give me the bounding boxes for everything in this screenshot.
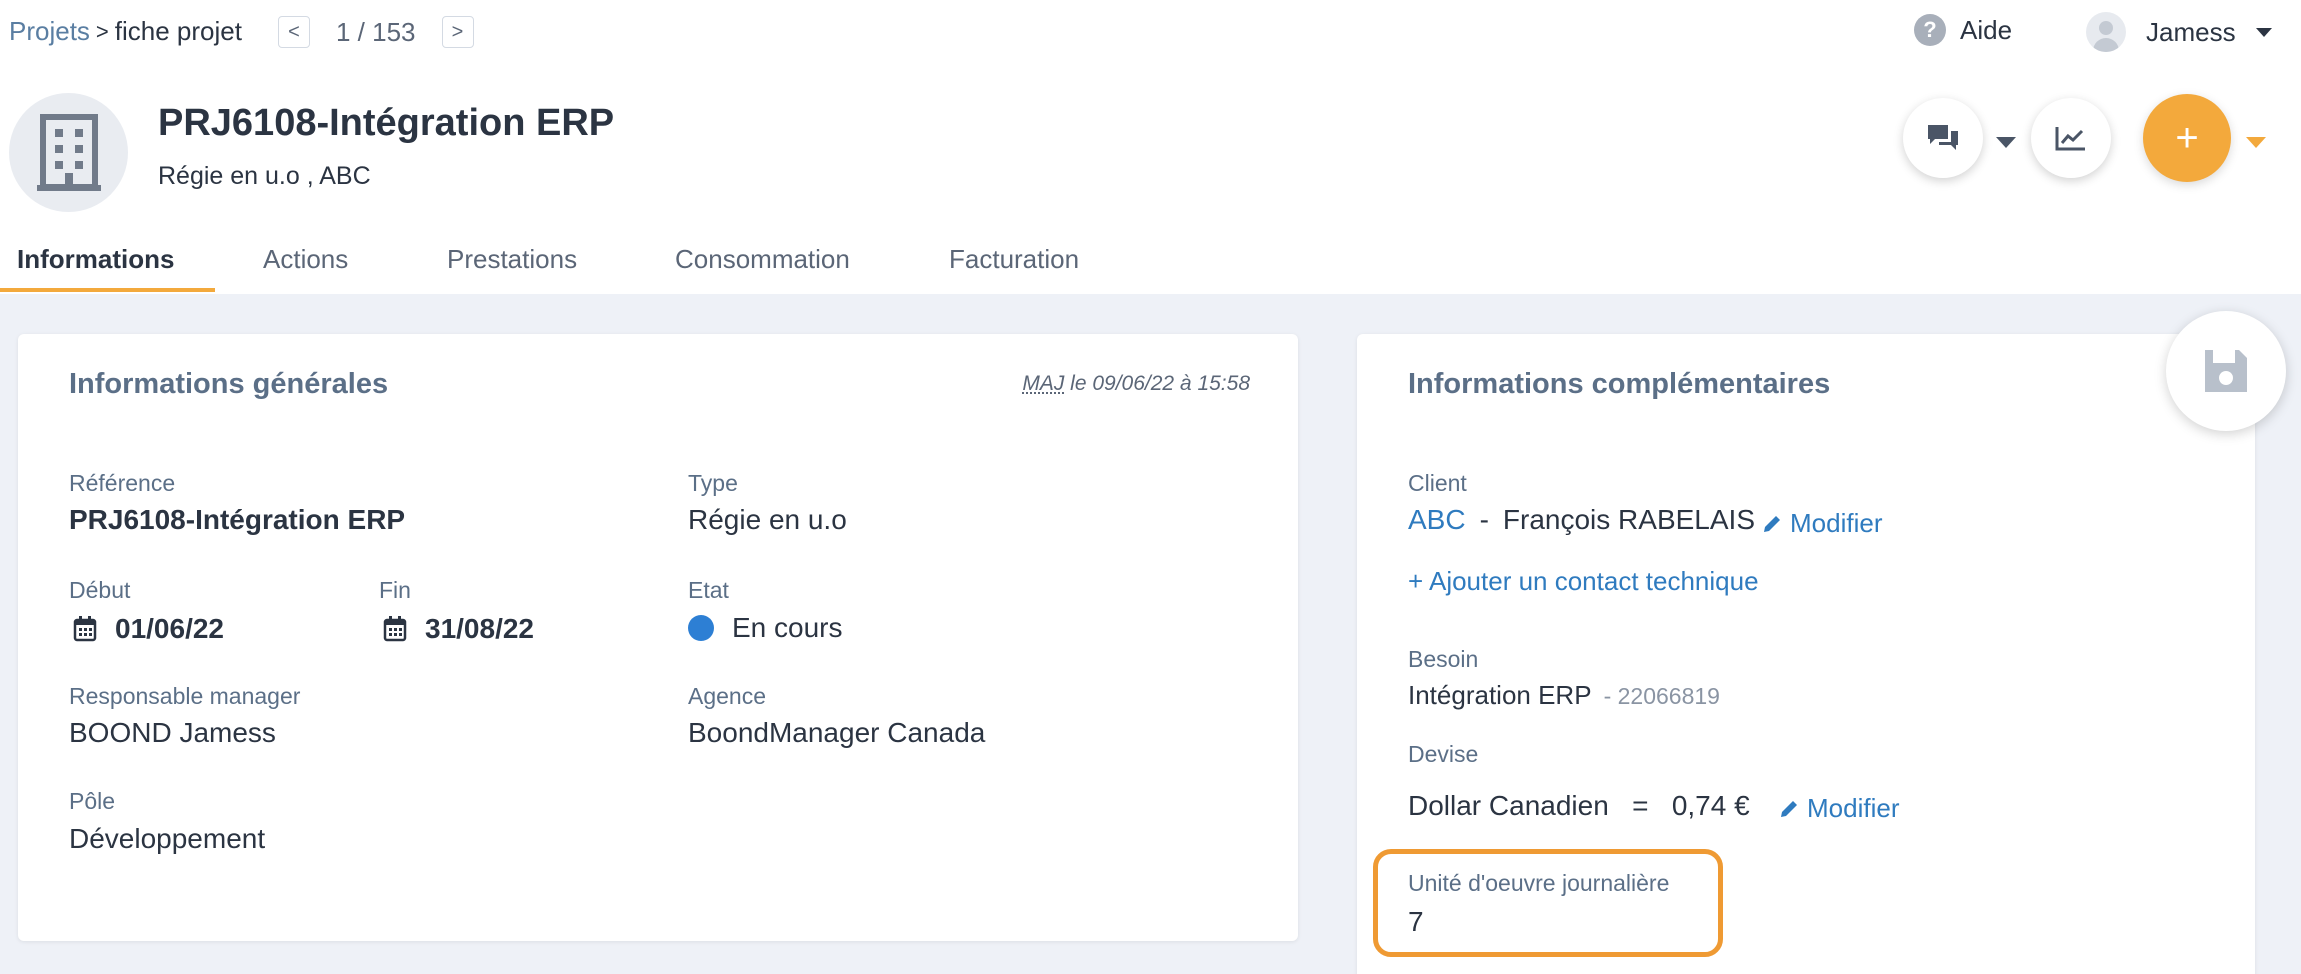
plus-icon: + bbox=[2175, 115, 2199, 160]
state: En cours bbox=[688, 612, 843, 644]
status-dot-icon bbox=[688, 615, 714, 641]
complementary-info-title: Informations complémentaires bbox=[1408, 368, 1831, 400]
save-button[interactable] bbox=[2166, 311, 2286, 431]
client-dash: - bbox=[1479, 504, 1489, 535]
next-record-button[interactable]: > bbox=[441, 16, 474, 48]
client-company-link[interactable]: ABC bbox=[1408, 504, 1466, 536]
reference-value: PRJ6108-Intégration ERP bbox=[69, 504, 406, 535]
project-type-subtitle: Régie en u.o , bbox=[158, 162, 314, 190]
chart-line-icon bbox=[2055, 127, 2085, 151]
user-name: Jamess bbox=[2146, 16, 2236, 47]
last-update: MAJ le 09/06/22 à 15:58 bbox=[1022, 372, 1250, 396]
record-counter: 1 / 153 bbox=[336, 16, 416, 47]
messages-caret-icon[interactable] bbox=[1996, 137, 2016, 148]
reference-label: Référence bbox=[69, 470, 176, 496]
add-button[interactable]: + bbox=[2143, 94, 2231, 182]
tab-informations[interactable]: Informations bbox=[17, 236, 174, 294]
need-label: Besoin bbox=[1408, 646, 1479, 672]
help-link[interactable]: ? Aide bbox=[1914, 14, 2012, 46]
chevron-left-icon: < bbox=[288, 20, 300, 43]
user-avatar bbox=[2086, 12, 2126, 52]
need-name: Intégration ERP bbox=[1408, 680, 1592, 710]
client-contact: François RABELAIS bbox=[1502, 504, 1756, 535]
add-technical-contact-link[interactable]: + Ajouter un contact technique bbox=[1408, 566, 1759, 597]
modify-currency-button[interactable]: Modifier bbox=[1779, 793, 1899, 824]
pole-label: Pôle bbox=[69, 788, 116, 814]
state-value: En cours bbox=[732, 612, 843, 643]
manager-value: BOOND Jamess bbox=[69, 717, 276, 748]
project-client-subtitle: ABC bbox=[319, 162, 371, 190]
type-label: Type bbox=[688, 470, 738, 496]
record-pager: < 1 / 153 > bbox=[278, 16, 474, 48]
tab-prestations[interactable]: Prestations bbox=[447, 236, 577, 294]
start-value: 01/06/22 bbox=[115, 613, 224, 644]
general-info-title: Informations générales bbox=[69, 368, 389, 400]
project-subtitle: Régie en u.o , ABC bbox=[158, 162, 371, 191]
breadcrumb-current: fiche projet bbox=[114, 16, 242, 46]
chevron-right-icon: > bbox=[451, 20, 464, 43]
floppy-disk-icon bbox=[2205, 350, 2247, 392]
help-label: Aide bbox=[1960, 14, 2013, 45]
calendar-icon bbox=[73, 616, 97, 642]
tab-bar: Informations Actions Prestations Consomm… bbox=[0, 236, 1100, 294]
help-icon: ? bbox=[1914, 14, 1946, 46]
general-info-card: Informations générales MAJ le 09/06/22 à… bbox=[18, 334, 1298, 941]
currency-value: Dollar Canadien = 0,74 € bbox=[1408, 790, 1750, 821]
end-date: 31/08/22 bbox=[383, 613, 534, 645]
add-caret-icon[interactable] bbox=[2246, 137, 2266, 148]
agency-label: Agence bbox=[688, 683, 767, 709]
type-value: Régie en u.o bbox=[688, 504, 847, 535]
state-label: Etat bbox=[688, 577, 729, 603]
modify-client-label: Modifier bbox=[1790, 508, 1883, 538]
currency-label: Devise bbox=[1408, 741, 1479, 767]
daily-unit-highlight bbox=[1373, 849, 1723, 957]
pencil-icon bbox=[1764, 515, 1780, 532]
last-update-text: le 09/06/22 à 15:58 bbox=[1070, 372, 1250, 395]
user-menu[interactable]: Jamess bbox=[2086, 12, 2272, 52]
last-update-abbr: MAJ bbox=[1022, 372, 1065, 395]
tab-consommation[interactable]: Consommation bbox=[675, 236, 850, 294]
pencil-icon bbox=[1781, 800, 1797, 817]
start-date: 01/06/22 bbox=[73, 613, 224, 645]
breadcrumb: Projets > fiche projet bbox=[9, 16, 242, 47]
tab-facturation[interactable]: Facturation bbox=[949, 236, 1079, 294]
caret-down-icon bbox=[2255, 27, 2272, 37]
start-label: Début bbox=[69, 577, 131, 603]
agency-value: BoondManager Canada bbox=[688, 717, 986, 748]
modify-client-button[interactable]: Modifier bbox=[1762, 508, 1882, 539]
breadcrumb-separator: > bbox=[95, 18, 109, 44]
building-icon bbox=[9, 93, 128, 212]
breadcrumb-projects-link[interactable]: Projets bbox=[9, 16, 90, 47]
statistics-button[interactable] bbox=[2031, 98, 2111, 178]
project-title: PRJ6108-Intégration ERP bbox=[158, 102, 615, 144]
previous-record-button[interactable]: < bbox=[278, 16, 310, 48]
need-value: Intégration ERP - 22066819 bbox=[1408, 680, 1720, 711]
end-label: Fin bbox=[379, 577, 411, 603]
active-tab-indicator bbox=[0, 288, 215, 292]
client-value: ABC - François RABELAIS bbox=[1408, 504, 1755, 536]
pole-value: Développement bbox=[69, 823, 266, 854]
need-reference: - 22066819 bbox=[1603, 683, 1720, 709]
calendar-icon bbox=[383, 616, 407, 642]
manager-label: Responsable manager bbox=[69, 683, 301, 709]
modify-currency-label: Modifier bbox=[1807, 793, 1900, 823]
header: Projets > fiche projet < 1 / 153 > ? Aid… bbox=[0, 0, 2301, 294]
chat-icon bbox=[1928, 125, 1958, 150]
client-label: Client bbox=[1408, 470, 1467, 496]
end-value: 31/08/22 bbox=[425, 613, 534, 644]
messages-button[interactable] bbox=[1903, 98, 1983, 178]
tab-actions[interactable]: Actions bbox=[263, 236, 348, 294]
